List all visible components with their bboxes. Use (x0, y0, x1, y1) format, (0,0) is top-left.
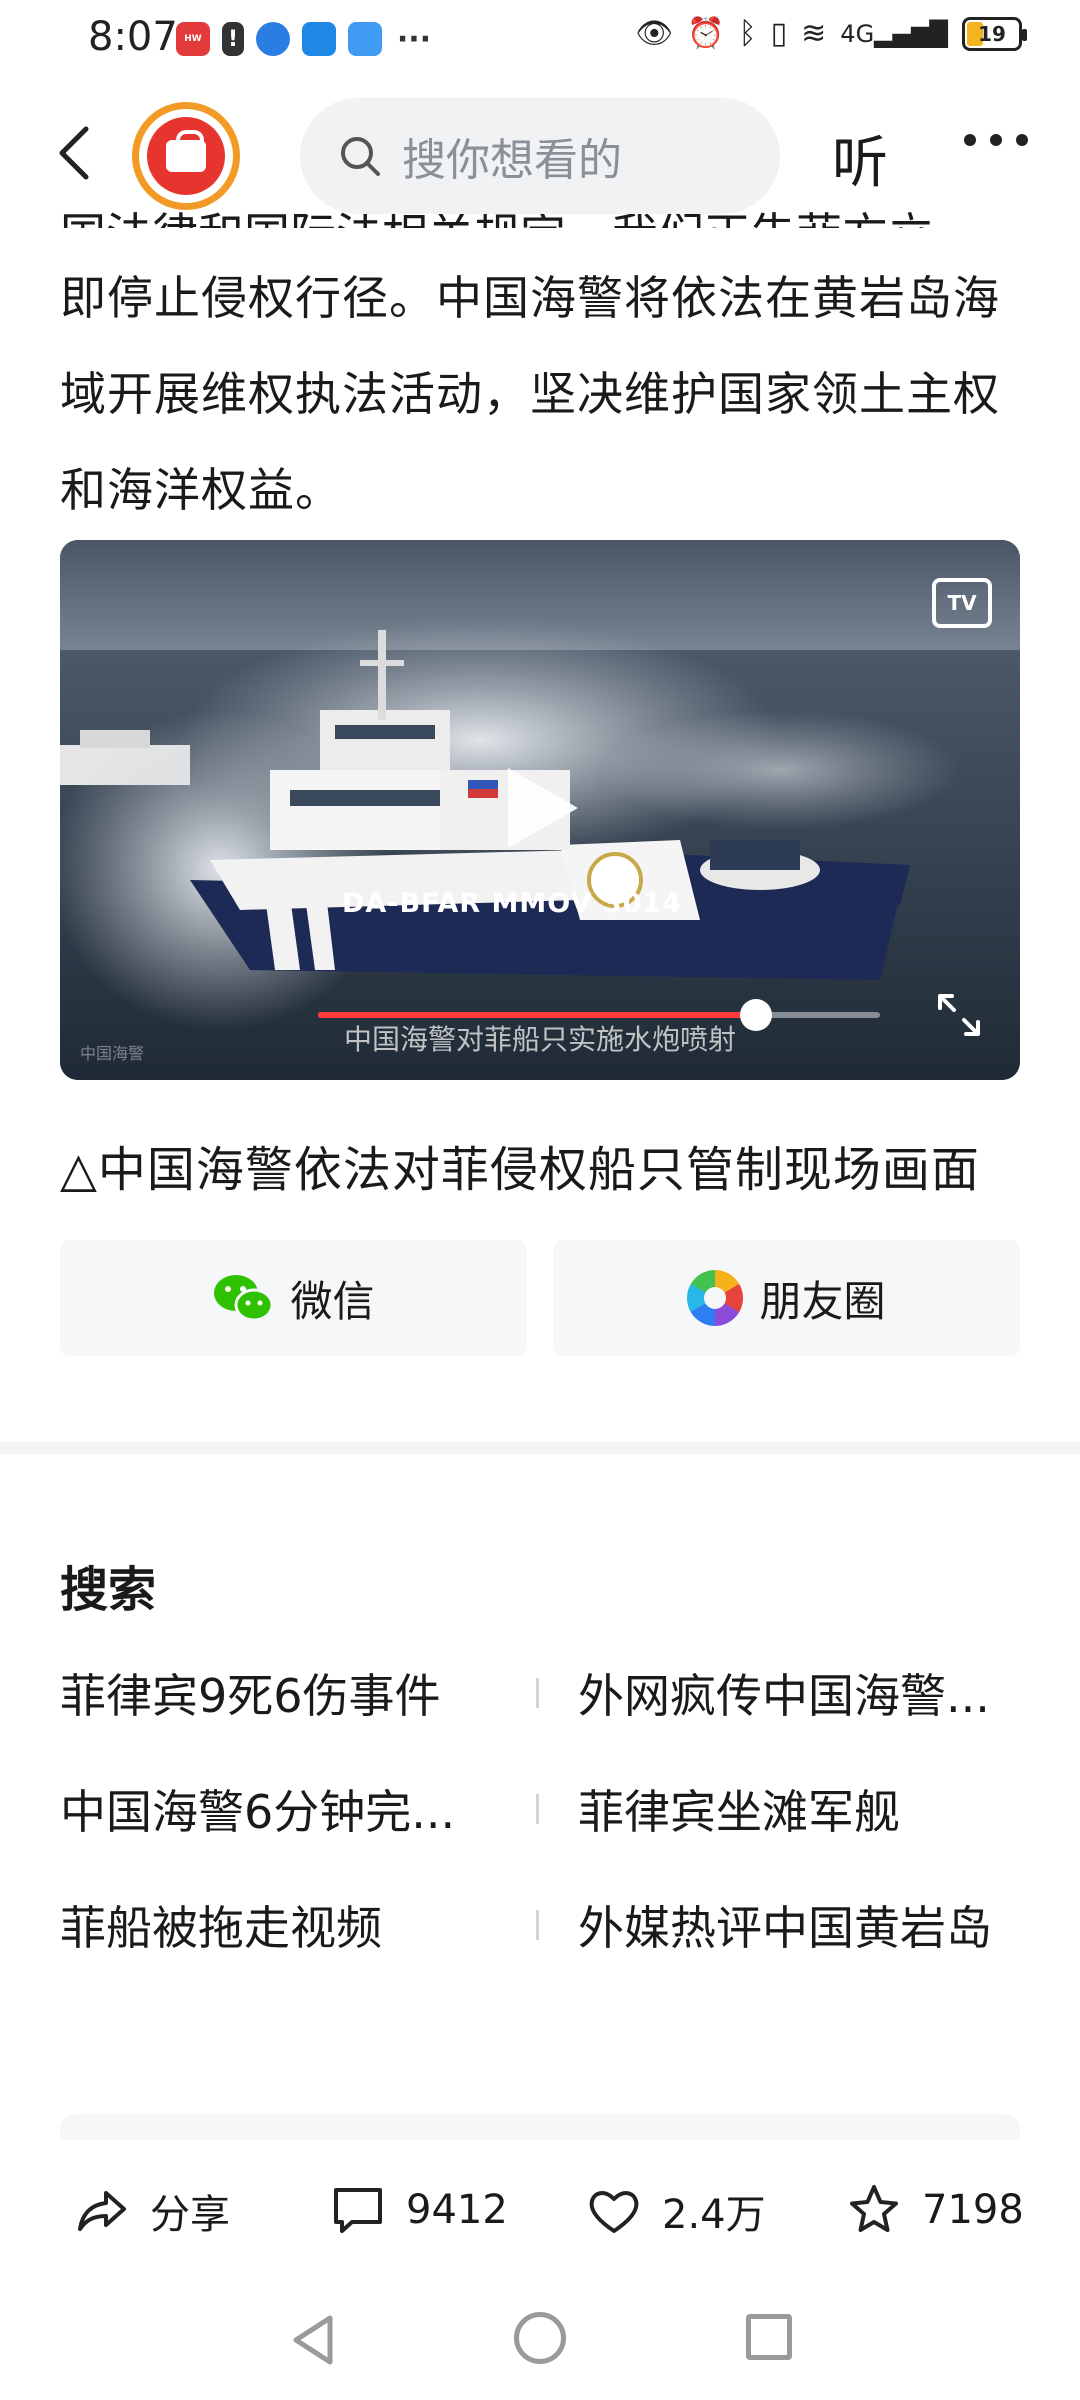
search-suggestion[interactable]: 中国海警6分钟完... (60, 1776, 500, 1842)
section-divider (0, 1442, 1080, 1454)
article-partial-line: 国法律和国际法相关规定，我们正告菲方立 (60, 212, 1020, 228)
comment-button[interactable]: 9412 (330, 2182, 508, 2238)
heart-icon (589, 2191, 639, 2233)
separator (536, 1678, 539, 1708)
battery-icon: 19 (962, 16, 1027, 51)
moments-label: 朋友圈 (759, 1276, 886, 1326)
article-line: 即停止侵权行径。中国海警将依法在黄岩岛海 (60, 271, 1000, 325)
search-suggestion[interactable]: 菲律宾坐滩军舰 (578, 1776, 1020, 1842)
video-watermark: 中国海警 (80, 1044, 145, 1063)
share-buttons: 微信 朋友圈 (60, 1240, 1020, 1356)
listen-button[interactable]: 听 (832, 118, 888, 199)
nav-back-icon[interactable] (286, 2312, 342, 2368)
search-input[interactable]: 搜你想看的 (300, 98, 780, 214)
eye-icon: 👁 (635, 16, 674, 51)
more-dots-icon[interactable] (964, 134, 1028, 146)
bottom-action-bar: 分享 9412 2.4万 7198 (0, 2140, 1080, 2270)
like-button[interactable]: 2.4万 (586, 2182, 766, 2240)
separator (536, 1910, 539, 1940)
top-header: 搜你想看的 听 (0, 88, 1080, 214)
boat-hull-text: DA-BFAR MMOV 3014 (342, 888, 682, 919)
wifi-icon: ≋ (801, 16, 827, 51)
system-nav-bar (0, 2290, 1080, 2400)
nav-home-icon[interactable] (514, 2312, 566, 2364)
nav-recent-apps-icon[interactable] (746, 2314, 792, 2360)
share-wechat-button[interactable]: 微信 (60, 1240, 527, 1356)
search-suggestion[interactable]: 外网疯传中国海警... (578, 1660, 1020, 1726)
favorite-button[interactable]: 7198 (846, 2182, 1024, 2238)
huawei-app-icon: HW (176, 22, 210, 56)
search-suggestion[interactable]: 菲船被拖走视频 (60, 1892, 500, 1958)
alert-icon: ! (222, 22, 244, 56)
search-suggestion[interactable]: 菲律宾9死6伤事件 (60, 1660, 500, 1726)
shopping-bag-icon (147, 117, 225, 195)
share-arrow-icon (78, 2191, 126, 2231)
search-placeholder: 搜你想看的 (402, 135, 622, 186)
image-caption: △中国海警依法对菲侵权船只管制现场画面 (60, 1142, 980, 1198)
vibrate-icon: ▯ (770, 16, 788, 51)
battery-level: 19 (978, 21, 1006, 46)
status-right-icons: 👁 ⏰ ᛒ ▯ ≋ 4G▂▄▆█ 19 (635, 16, 1027, 51)
status-time: 8:07 (88, 14, 178, 60)
video-player[interactable]: DA-BFAR MMOV 3014 TV 中国海警对菲船只实施水炮喷射 中国海警 (60, 540, 1020, 1080)
play-icon[interactable] (508, 768, 578, 848)
chevron-left-icon (59, 126, 89, 180)
comment-icon (334, 2188, 382, 2233)
article-line: 和海洋权益。 (60, 463, 342, 517)
article-line: 域开展维权执法活动，坚决维护国家领土主权 (60, 367, 1000, 421)
moments-icon (687, 1270, 744, 1326)
weather-app-icon (302, 22, 336, 56)
separator (536, 1794, 539, 1824)
wechat-icon (214, 1275, 274, 1322)
wechat-label: 微信 (290, 1276, 375, 1326)
search-row: 中国海警6分钟完... 菲律宾坐滩军舰 (60, 1776, 1020, 1892)
search-icon (341, 137, 380, 176)
star-icon (850, 2185, 898, 2232)
search-suggestion[interactable]: 外媒热评中国黄岩岛 (578, 1892, 1020, 1958)
share-moments-button[interactable]: 朋友圈 (553, 1240, 1020, 1356)
related-searches: 菲律宾9死6伤事件 外网疯传中国海警... 中国海警6分钟完... 菲律宾坐滩军… (60, 1660, 1020, 2008)
like-count: 2.4万 (662, 2192, 766, 2238)
cloud-app-icon (348, 22, 382, 56)
share-button[interactable]: 分享 (74, 2182, 230, 2240)
alarm-icon: ⏰ (687, 16, 725, 51)
favorite-count: 7198 (922, 2187, 1024, 2233)
status-bar: 8:07 HW ! ··· 👁 ⏰ ᛒ ▯ ≋ 4G▂▄▆█ 19 (0, 0, 1080, 80)
article-line-cut: 国法律和国际法相关规定，我们正告菲方立 (60, 212, 934, 228)
back-button[interactable] (44, 118, 104, 188)
tv-cast-icon[interactable]: TV (932, 578, 992, 628)
video-subtitle: 中国海警对菲船只实施水炮喷射 (343, 1023, 736, 1056)
article-body: 即停止侵权行径。中国海警将依法在黄岩岛海 域开展维权执法活动，坚决维护国家领土主… (60, 250, 1020, 538)
search-section-title: 搜索 (60, 1562, 157, 1618)
comment-count: 9412 (406, 2187, 508, 2233)
more-notifications-icon: ··· (396, 21, 432, 57)
share-label: 分享 (150, 2192, 230, 2238)
globe-app-icon (256, 22, 290, 56)
signal-icon: 4G▂▄▆█ (840, 19, 948, 48)
search-row: 菲律宾9死6伤事件 外网疯传中国海警... (60, 1660, 1020, 1776)
search-row: 菲船被拖走视频 外媒热评中国黄岩岛 (60, 1892, 1020, 2008)
bluetooth-icon: ᛒ (738, 16, 757, 51)
channel-logo[interactable] (132, 102, 240, 210)
notification-icons: HW ! ··· (176, 21, 434, 57)
